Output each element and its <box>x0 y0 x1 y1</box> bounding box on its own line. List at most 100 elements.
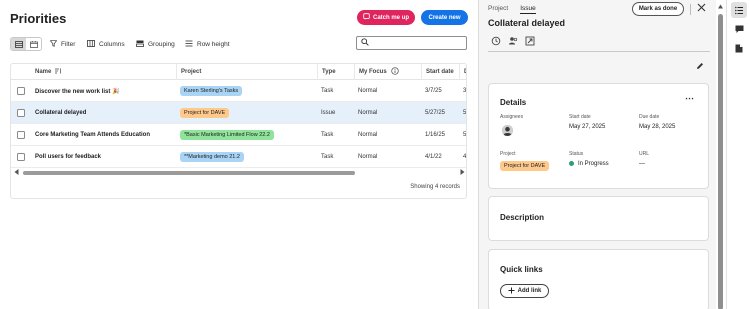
row-checkbox[interactable] <box>17 131 25 139</box>
table-row[interactable]: Collateral delayed Project for DAVE Issu… <box>11 102 466 124</box>
row-type: Issue <box>321 110 336 116</box>
status-field[interactable]: In Progress <box>569 161 609 167</box>
url-value[interactable]: — <box>639 161 645 167</box>
column-header-name[interactable]: Name <box>31 64 176 80</box>
detail-pane: Project Issue Mark as done Collateral de… <box>478 0 716 309</box>
row-checkbox[interactable] <box>17 153 25 161</box>
avatar[interactable] <box>502 125 513 136</box>
details-panel-icon[interactable] <box>731 2 747 18</box>
documents-icon[interactable] <box>731 40 747 56</box>
grouping-icon <box>136 40 144 49</box>
row-start-date: 1/16/25 <box>425 132 446 138</box>
details-card: Details ⋯ Assignees Start date May 27, 2… <box>488 83 709 189</box>
table-row[interactable]: Core Marketing Team Attends Education *B… <box>11 124 466 146</box>
table-row[interactable]: Discover the new work list 🎉 Karen Sterl… <box>11 80 466 102</box>
row-project[interactable]: **Marketing demo 21.2 <box>176 146 317 168</box>
plus-icon <box>508 287 515 296</box>
catch-me-up-button[interactable]: Catch me up <box>357 10 415 25</box>
record-count: Showing 4 records <box>410 184 460 190</box>
work-table: Name Project Type My Focus Start date D … <box>10 63 467 199</box>
issue-title: Collateral delayed <box>488 18 566 28</box>
row-height-label: Row height <box>197 40 230 48</box>
horizontal-scrollbar[interactable] <box>11 168 466 177</box>
row-focus[interactable]: Normal <box>354 146 421 168</box>
search-icon <box>361 38 369 48</box>
project-tag[interactable]: *Basic Marketing Limited Flow 22.2 <box>180 130 274 140</box>
row-name[interactable]: Poll users for feedback <box>31 146 176 168</box>
select-column-header <box>11 64 31 80</box>
filter-button[interactable]: Filter <box>49 38 76 50</box>
project-tag[interactable]: Project for DAVE <box>500 161 550 171</box>
due-date-value[interactable]: May 28, 2025 <box>639 124 675 130</box>
row-focus[interactable]: Normal <box>354 80 421 102</box>
columns-icon <box>87 39 95 49</box>
quick-links-card: Quick links Add link <box>488 249 709 309</box>
row-name[interactable]: Collateral delayed <box>31 102 176 124</box>
convert-icon[interactable] <box>525 36 535 48</box>
row-project[interactable]: Karen Sterling's Tasks <box>176 80 317 102</box>
add-link-label: Add link <box>517 288 542 294</box>
columns-label: Columns <box>99 40 125 48</box>
comments-icon[interactable] <box>731 21 747 37</box>
row-checkbox[interactable] <box>17 109 25 117</box>
search-input[interactable] <box>356 36 467 50</box>
row-height-button[interactable]: Row height <box>185 38 230 50</box>
row-due-date: 5/ <box>463 110 467 116</box>
sparkle-chat-icon <box>363 13 370 22</box>
column-header-my-focus[interactable]: My Focus <box>354 64 421 80</box>
mark-as-done-button[interactable]: Mark as done <box>632 2 684 16</box>
column-header-due-date[interactable]: D <box>459 64 466 80</box>
row-start-date: 5/27/25 <box>425 110 446 116</box>
description-heading: Description <box>500 213 545 222</box>
row-focus[interactable]: Normal <box>354 124 421 146</box>
horizontal-scroll-thumb[interactable] <box>23 171 355 175</box>
assign-users-icon[interactable] <box>508 36 518 48</box>
tab-issue[interactable]: Issue <box>520 5 536 14</box>
column-header-type[interactable]: Type <box>317 64 354 80</box>
row-project[interactable]: Project for DAVE <box>176 102 317 124</box>
scroll-left-arrow-icon[interactable] <box>14 169 19 177</box>
project-tag[interactable]: **Marketing demo 21.2 <box>180 152 244 162</box>
catch-me-up-label: Catch me up <box>372 14 409 21</box>
create-new-button[interactable]: Create new <box>421 10 468 25</box>
project-label: Project <box>500 151 516 157</box>
vertical-scrollbar[interactable] <box>717 4 724 309</box>
row-name[interactable]: Core Marketing Team Attends Education <box>31 124 176 146</box>
table-row[interactable]: Poll users for feedback **Marketing demo… <box>11 146 466 168</box>
project-tag[interactable]: Karen Sterling's Tasks <box>180 86 243 96</box>
row-project[interactable]: *Basic Marketing Limited Flow 22.2 <box>176 124 317 146</box>
description-card[interactable]: Description <box>488 196 709 241</box>
columns-button[interactable]: Columns <box>87 38 125 50</box>
grouping-button[interactable]: Grouping <box>136 38 175 50</box>
column-header-project[interactable]: Project <box>176 64 317 80</box>
table-view-icon[interactable] <box>11 38 26 50</box>
start-date-value[interactable]: May 27, 2025 <box>569 124 605 130</box>
add-link-button[interactable]: Add link <box>500 284 549 298</box>
detail-action-icons <box>491 36 535 48</box>
column-header-start-date[interactable]: Start date <box>421 64 459 80</box>
row-start-date: 4/1/22 <box>425 154 442 160</box>
page-title: Priorities <box>10 11 67 26</box>
info-icon[interactable] <box>391 67 399 77</box>
project-field[interactable]: Project for DAVE <box>500 161 550 171</box>
start-date-label: Start date <box>569 114 591 120</box>
detail-divider <box>488 51 710 52</box>
more-options-icon[interactable]: ⋯ <box>685 93 695 104</box>
row-name[interactable]: Discover the new work list 🎉 <box>31 80 176 102</box>
row-focus[interactable]: Normal <box>354 102 421 124</box>
vertical-scroll-thumb[interactable] <box>718 14 723 309</box>
filter-label: Filter <box>61 40 76 48</box>
history-icon[interactable] <box>491 36 501 48</box>
work-list-pane: Priorities Catch me up Create new Filter… <box>0 0 478 309</box>
scroll-up-arrow-icon[interactable] <box>718 4 723 11</box>
row-checkbox[interactable] <box>17 87 25 95</box>
edit-pencil-icon[interactable] <box>696 62 704 72</box>
close-icon[interactable] <box>697 3 707 13</box>
tab-project[interactable]: Project <box>488 5 508 14</box>
row-due-date: 4/ <box>463 154 467 160</box>
calendar-view-icon[interactable] <box>26 38 41 50</box>
status-value: In Progress <box>578 161 609 168</box>
scroll-right-arrow-icon[interactable] <box>460 169 465 177</box>
project-tag[interactable]: Project for DAVE <box>180 108 230 118</box>
grouping-label: Grouping <box>148 40 175 48</box>
